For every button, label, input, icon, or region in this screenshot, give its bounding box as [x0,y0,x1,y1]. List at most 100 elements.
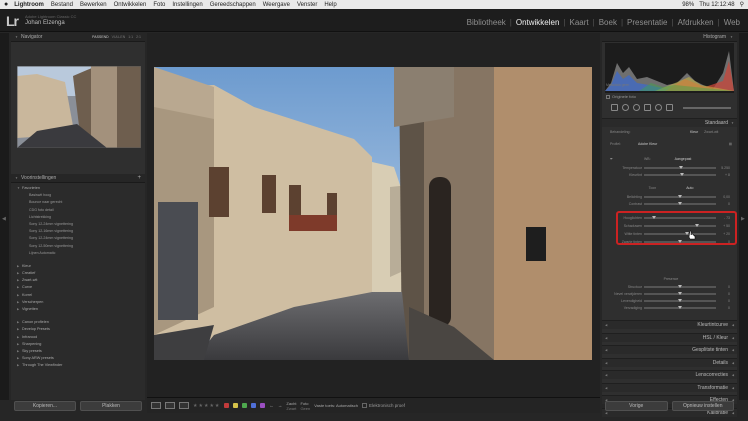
slider-thumb[interactable] [678,194,682,198]
section-header[interactable]: ◀ HSL / Kleur ◀ [602,332,737,342]
section-header[interactable]: ◀ Transformatie ◀ [602,382,737,392]
preset-folder[interactable]: ▶ Infrarood [17,334,145,341]
preset-item[interactable]: Sony 12-24mm vignettering [17,221,145,228]
brush-icon[interactable] [666,104,673,111]
copy-button[interactable]: Kopieren... [14,401,76,411]
preset-folder[interactable]: ▶ Sky presets [17,348,145,355]
spotlight-search-icon[interactable]: ⚲ [740,1,744,8]
main-photo[interactable] [154,67,592,360]
preset-folder[interactable]: ▶ Korrel [17,292,145,299]
slider-value[interactable]: 0 [716,292,730,296]
spot-removal-icon[interactable] [622,104,629,111]
menu-weergave[interactable]: Weergave [263,2,290,8]
preset-item[interactable]: Bounce naar gerecht [17,199,145,206]
slider-value[interactable]: 5.250 [716,166,730,170]
slider-value[interactable]: 0 [716,306,730,310]
menu-venster[interactable]: Venster [297,2,317,8]
module-web[interactable]: Web [720,18,744,27]
color-label-yellow[interactable] [233,403,239,408]
slider-value[interactable]: + 8 [716,173,730,177]
slider-track[interactable] [644,194,716,198]
navigator-header[interactable]: ▼ Navigator PASSEND VULLEN 1:1 2:1 [11,33,145,42]
menu-ontwikkelen[interactable]: Ontwikkelen [114,2,147,8]
graduated-filter-icon[interactable] [644,104,651,111]
basic-header[interactable]: Standaard ▼ [602,118,737,127]
slider-track[interactable] [644,165,716,169]
slider-value[interactable]: 0,00 [716,195,730,199]
zoom-1-1[interactable]: 1:1 [128,35,133,39]
preset-folder[interactable]: ▶ Zwart-wit [17,277,145,284]
slider-thumb[interactable] [678,284,682,288]
fixed-key-group[interactable]: Vaste toets: Automatisch [314,403,358,408]
reset-button[interactable]: Opnieuw instellen [671,401,734,411]
slider-value[interactable]: 0 [716,202,730,206]
menu-lightroom[interactable]: Lightroom [14,2,44,8]
menu-foto[interactable]: Foto [153,2,165,8]
rating-stars[interactable]: ★★★★★ [193,403,220,409]
slider-thumb[interactable] [678,201,682,205]
preset-folder[interactable]: ▶ Curve [17,284,145,291]
zoom-fit[interactable]: PASSEND [92,35,108,39]
photo-group[interactable]: Foto Geen [300,401,310,411]
slider-thumb[interactable] [678,298,682,302]
section-header[interactable]: ◀ Kleurtintcurve ◀ [602,320,737,329]
section-header[interactable]: ◀ Lenscorrecties ◀ [602,370,737,379]
preset-item[interactable]: Lijnen Automatic [17,250,145,257]
treatment-color[interactable]: Kleur [690,130,698,134]
preset-folder[interactable]: ▶ Kleur [17,263,145,270]
preset-folder[interactable]: ▶ Sharpening [17,341,145,348]
electronic-proof-toggle[interactable]: Elektronisch proef [361,403,405,408]
preset-folder[interactable]: ▶ Verscherpen [17,299,145,306]
slider-thumb[interactable] [680,172,685,176]
slider-thumb[interactable] [679,165,684,169]
presets-header[interactable]: ▼ Voorinstellingen + [11,174,145,183]
slider-track[interactable] [644,284,716,288]
compare-view-button[interactable] [165,402,175,409]
preset-folder[interactable]: ▶ Creatief [17,270,145,277]
slider-thumb[interactable] [678,291,682,295]
module-boek[interactable]: Boek [595,18,621,27]
original-photo-toggle[interactable]: Originele foto [606,94,636,99]
menu-bestand[interactable]: Bestand [51,2,73,8]
module-ontwikkelen[interactable]: Ontwikkelen [512,18,564,27]
right-panel-toggle[interactable]: ▶ [739,33,748,400]
arrow-left-icon[interactable]: ← [269,403,274,408]
slider-track[interactable] [644,172,716,176]
preset-item[interactable]: Sony 12-16mm vignettering [17,228,145,235]
preset-folder[interactable]: ▶ Sony ARW presets [17,355,145,362]
battery-status[interactable]: 98% [682,2,694,8]
slider-track[interactable] [644,291,716,295]
preset-folder[interactable]: ▼ Favorieten [17,185,145,192]
auto-tone-button[interactable]: Auto [686,186,693,190]
preset-folder[interactable]: ▶ Canon profielen [17,319,145,326]
module-afdrukken[interactable]: Afdrukken [674,18,718,27]
preset-item[interactable]: Sony 12-24mm vignettering [17,235,145,242]
histogram-header[interactable]: Histogram ▼ [602,33,737,42]
module-bibliotheek[interactable]: Bibliotheek [463,18,510,27]
menu-help[interactable]: Help [324,2,336,8]
color-label-red[interactable] [224,403,230,408]
preset-item[interactable]: Lichtstrekking [17,214,145,221]
wb-select[interactable]: Aangepast [675,157,692,161]
menu-gereedschappen[interactable]: Gereedschappen [210,2,256,8]
paste-button[interactable]: Plakken [80,401,142,411]
color-label-blue[interactable] [251,403,257,408]
softproof-group[interactable]: Zacht Zwart [286,401,296,411]
add-preset-icon[interactable]: + [137,175,141,181]
tool-slider[interactable] [683,106,731,109]
preset-folder[interactable]: ▶ Develop Presets [17,326,145,333]
color-label-green[interactable] [242,403,248,408]
arrow-right-icon[interactable]: → [278,403,283,408]
menu-instellingen[interactable]: Instellingen [172,2,202,8]
slider-value[interactable]: 0 [716,299,730,303]
preset-folder[interactable]: ▶ Through The Viewfinder [17,362,145,369]
menu-bewerken[interactable]: Bewerken [80,2,107,8]
preset-item[interactable]: Basiswit hoog [17,192,145,199]
redeye-icon[interactable] [633,104,640,111]
color-label-purple[interactable] [260,403,266,408]
module-kaart[interactable]: Kaart [566,18,593,27]
loupe-view-button[interactable] [151,402,161,409]
previous-button[interactable]: Vorige [605,401,668,411]
treatment-bw[interactable]: Zwart-wit [704,130,718,134]
profile-select[interactable]: Adobe Kleur [638,142,657,146]
